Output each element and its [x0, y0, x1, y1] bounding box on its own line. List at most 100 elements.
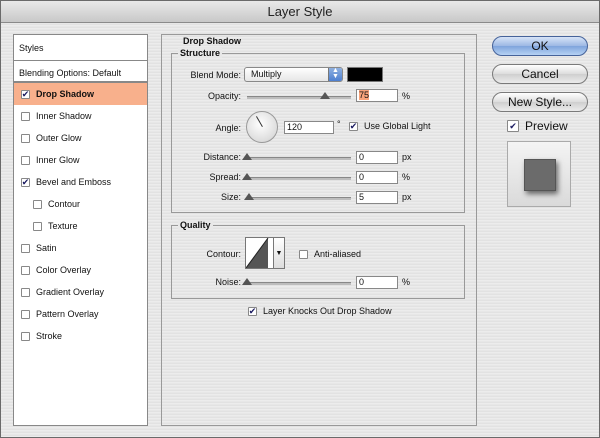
blend-mode-label: Blend Mode:: [190, 70, 241, 80]
blending-options-item[interactable]: Blending Options: Default: [14, 61, 147, 83]
style-item-label: Color Overlay: [36, 265, 92, 275]
anti-aliased-label: Anti-aliased: [314, 249, 362, 259]
spread-slider[interactable]: [247, 177, 351, 180]
layer-knocks-out-checkbox[interactable]: [248, 306, 257, 316]
anti-aliased-checkbox[interactable]: [299, 249, 308, 259]
use-global-light-checkbox[interactable]: [349, 121, 358, 131]
style-items: Drop Shadow Inner Shadow Outer Glow Inner G…: [14, 83, 147, 347]
distance-slider[interactable]: [247, 157, 351, 160]
style-item-checkbox[interactable]: [21, 265, 30, 275]
opacity-input[interactable]: 75: [356, 89, 398, 102]
select-arrows-icon: ▲ ▼: [328, 67, 342, 81]
style-item-color-overlay[interactable]: Color Overlay: [14, 259, 147, 281]
style-item-checkbox[interactable]: [33, 221, 42, 231]
style-item-label: Pattern Overlay: [36, 309, 99, 319]
noise-slider[interactable]: [247, 282, 351, 285]
style-item-contour[interactable]: Contour: [14, 193, 147, 215]
use-global-light[interactable]: Use Global Light: [349, 121, 431, 131]
style-item-checkbox[interactable]: [21, 309, 30, 319]
noise-unit: %: [402, 277, 411, 287]
style-item-inner-glow[interactable]: Inner Glow: [14, 149, 147, 171]
style-item-pattern-overlay[interactable]: Pattern Overlay: [14, 303, 147, 325]
angle-dial[interactable]: [246, 111, 278, 143]
style-item-checkbox[interactable]: [21, 111, 30, 121]
anti-aliased[interactable]: Anti-aliased: [299, 249, 361, 259]
layer-style-dialog: Layer Style Styles Blending Options: Def…: [0, 0, 600, 438]
angle-dial-hand: [256, 116, 263, 127]
style-item-texture[interactable]: Texture: [14, 215, 147, 237]
distance-input[interactable]: 0: [356, 151, 398, 164]
angle-label: Angle:: [215, 123, 241, 133]
spread-input[interactable]: 0: [356, 171, 398, 184]
distance-unit: px: [402, 152, 412, 162]
style-item-checkbox[interactable]: [21, 287, 30, 297]
style-item-label: Inner Shadow: [36, 111, 92, 121]
quality-title: Quality: [178, 220, 213, 230]
style-item-label: Gradient Overlay: [36, 287, 105, 297]
style-item-gradient-overlay[interactable]: Gradient Overlay: [14, 281, 147, 303]
styles-list-panel: Styles Blending Options: Default Drop Sh…: [13, 34, 148, 426]
style-item-checkbox[interactable]: [21, 243, 30, 253]
style-item-label: Outer Glow: [36, 133, 82, 143]
style-item-checkbox[interactable]: [21, 155, 30, 165]
spread-unit: %: [402, 172, 411, 182]
blend-mode-value: Multiply: [251, 69, 282, 79]
style-item-label: Bevel and Emboss: [36, 177, 112, 187]
shadow-color-swatch[interactable]: [347, 67, 383, 82]
style-item-checkbox[interactable]: [21, 133, 30, 143]
noise-slider-thumb[interactable]: [242, 278, 252, 285]
layer-knocks-out[interactable]: Layer Knocks Out Drop Shadow: [248, 306, 392, 316]
quality-group: [171, 225, 465, 299]
style-item-bevel-and-emboss[interactable]: Bevel and Emboss: [14, 171, 147, 193]
style-item-label: Contour: [48, 199, 81, 209]
size-input[interactable]: 5: [356, 191, 398, 204]
angle-unit: °: [337, 119, 341, 129]
style-item-label: Stroke: [36, 331, 63, 341]
style-item-inner-shadow[interactable]: Inner Shadow: [14, 105, 147, 127]
styles-header[interactable]: Styles: [14, 35, 147, 61]
contour-dropdown-arrow-icon[interactable]: ▼: [273, 237, 285, 269]
size-slider[interactable]: [247, 197, 351, 200]
noise-label: Noise:: [215, 277, 241, 287]
cancel-button[interactable]: Cancel: [492, 64, 588, 84]
size-label: Size:: [220, 192, 241, 202]
opacity-slider-thumb[interactable]: [320, 92, 330, 99]
opacity-label: Opacity:: [207, 91, 241, 101]
distance-slider-thumb[interactable]: [242, 153, 252, 160]
use-global-light-label: Use Global Light: [364, 121, 431, 131]
preview-label: Preview: [525, 119, 568, 133]
style-item-label: Inner Glow: [36, 155, 80, 165]
style-item-checkbox[interactable]: [33, 199, 42, 209]
preview-checkbox[interactable]: [507, 120, 519, 132]
size-slider-thumb[interactable]: [244, 193, 255, 200]
preview-swatch: [524, 159, 556, 191]
style-item-label: Drop Shadow: [36, 89, 94, 99]
style-item-label: Satin: [36, 243, 57, 253]
style-item-checkbox[interactable]: [21, 89, 30, 99]
spread-slider-thumb[interactable]: [242, 173, 252, 180]
contour-label: Contour:: [206, 249, 241, 259]
angle-input[interactable]: 120: [284, 121, 334, 134]
opacity-slider[interactable]: [247, 96, 351, 99]
style-item-drop-shadow[interactable]: Drop Shadow: [14, 83, 147, 105]
distance-label: Distance:: [203, 152, 241, 162]
ok-button[interactable]: OK: [492, 36, 588, 56]
style-item-stroke[interactable]: Stroke: [14, 325, 147, 347]
style-item-checkbox[interactable]: [21, 177, 30, 187]
style-item-label: Texture: [48, 221, 78, 231]
style-item-satin[interactable]: Satin: [14, 237, 147, 259]
section-title: Drop Shadow: [183, 36, 241, 46]
size-unit: px: [402, 192, 412, 202]
noise-input[interactable]: 0: [356, 276, 398, 289]
window-title: Layer Style: [1, 1, 599, 23]
spread-label: Spread:: [209, 172, 241, 182]
style-item-checkbox[interactable]: [21, 331, 30, 341]
structure-title: Structure: [178, 48, 223, 58]
style-item-outer-glow[interactable]: Outer Glow: [14, 127, 147, 149]
blend-mode-select[interactable]: Multiply ▲ ▼: [244, 67, 343, 82]
layer-knocks-out-label: Layer Knocks Out Drop Shadow: [263, 306, 392, 316]
opacity-unit: %: [402, 91, 411, 101]
preview-thumbnail: [507, 141, 571, 207]
new-style-button[interactable]: New Style...: [492, 92, 588, 112]
preview-toggle[interactable]: Preview: [507, 119, 568, 133]
